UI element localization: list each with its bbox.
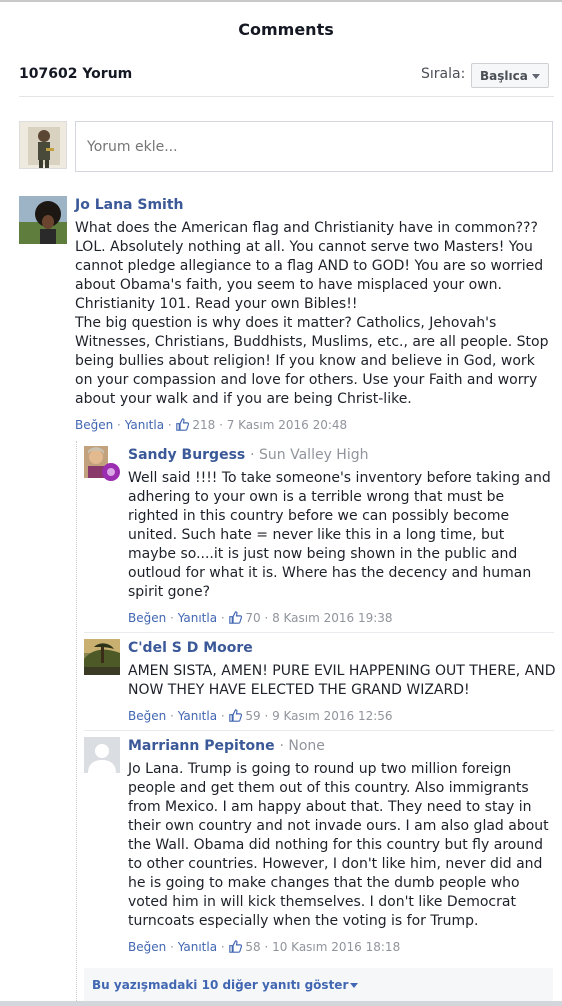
thumbs-up-icon[interactable] [228, 709, 242, 725]
comment-count: 107602 Yorum [19, 66, 133, 82]
sort-dropdown[interactable]: Başlıca [471, 63, 549, 88]
comment-author: Marriann Pepitone · None [128, 738, 325, 754]
like-link[interactable]: Beğen [128, 940, 166, 954]
author-name[interactable]: Jo Lana Smith [75, 197, 184, 213]
sort-value: Başlıca [480, 69, 528, 83]
caret-down-icon [532, 74, 540, 79]
reply-link[interactable]: Yanıtla [178, 611, 217, 625]
author-name[interactable]: Sandy Burgess [128, 447, 245, 463]
author-name[interactable]: Marriann Pepitone [128, 738, 275, 754]
default-avatar[interactable] [84, 737, 120, 773]
like-count: 58 [245, 940, 261, 954]
timestamp[interactable]: 10 Kasım 2016 18:18 [272, 940, 400, 954]
avatar[interactable] [19, 196, 67, 244]
comment-actions: Beğen · Yanıtla · 59 · 9 Kasım 2016 12:5… [128, 709, 393, 725]
comment-author: Sandy Burgess · Sun Valley High [128, 447, 369, 463]
thumbs-up-icon[interactable] [175, 418, 189, 434]
author-affiliation[interactable]: None [288, 738, 325, 754]
comment-text: Well said !!!! To take someone's invento… [128, 470, 556, 600]
reply-link[interactable]: Yanıtla [125, 418, 164, 432]
reply-divider [84, 632, 554, 633]
author-affiliation[interactable]: Sun Valley High [259, 447, 368, 463]
timestamp[interactable]: 8 Kasım 2016 19:38 [272, 611, 393, 625]
comment-text: AMEN SISTA, AMEN! PURE EVIL HAPPENING OU… [128, 663, 560, 698]
show-more-replies-button[interactable]: Bu yazışmadaki 10 diğer yanıtı göster [84, 968, 553, 1002]
like-count: 218 [192, 418, 216, 432]
show-more-label: Bu yazışmadaki 10 diğer yanıtı göster [92, 978, 349, 992]
author-name[interactable]: C'del S D Moore [128, 640, 253, 656]
reply-link[interactable]: Yanıtla [178, 709, 217, 723]
reply-divider [84, 730, 554, 731]
comment-author[interactable]: Jo Lana Smith [75, 197, 184, 213]
like-link[interactable]: Beğen [128, 611, 166, 625]
comment-actions: Beğen · Yanıtla · 70 · 8 Kasım 2016 19:3… [128, 611, 393, 627]
current-user-avatar [19, 121, 67, 169]
thumbs-up-icon[interactable] [228, 940, 242, 956]
divider [19, 96, 554, 97]
avatar[interactable] [84, 446, 120, 482]
bottom-border [0, 1001, 562, 1006]
comment-actions: Beğen · Yanıtla · 58 · 10 Kasım 2016 18:… [128, 940, 401, 956]
sort-label: Sırala: [421, 66, 466, 82]
like-count: 70 [245, 611, 261, 625]
timestamp[interactable]: 7 Kasım 2016 20:48 [227, 418, 348, 432]
reply-thread-line [76, 441, 77, 1001]
like-count: 59 [245, 709, 261, 723]
page-title: Comments [238, 20, 334, 39]
like-link[interactable]: Beğen [128, 709, 166, 723]
thumbs-up-icon[interactable] [228, 611, 242, 627]
timestamp[interactable]: 9 Kasım 2016 12:56 [272, 709, 393, 723]
comment-author: C'del S D Moore [128, 640, 253, 656]
triangle-down-icon [350, 983, 359, 988]
reply-link[interactable]: Yanıtla [178, 940, 217, 954]
avatar[interactable] [84, 639, 120, 675]
comment-text: Jo Lana. Trump is going to round up two … [128, 761, 554, 929]
comment-text: What does the American flag and Christia… [75, 220, 549, 407]
comment-actions: Beğen · Yanıtla · 218 · 7 Kasım 2016 20:… [75, 418, 348, 434]
comment-input[interactable] [75, 121, 553, 172]
top-border [0, 0, 562, 2]
like-link[interactable]: Beğen [75, 418, 113, 432]
